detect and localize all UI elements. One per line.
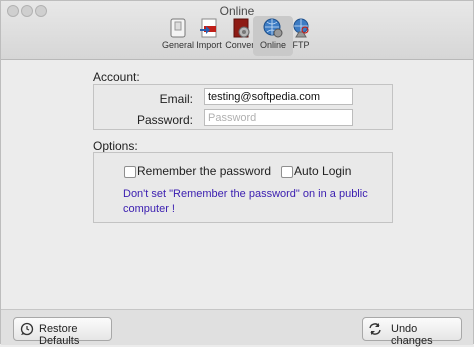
restore-defaults-label: Restore Defaults [39, 323, 80, 347]
options-group: Remember the password Auto Login Don't s… [93, 152, 393, 223]
account-group: Email: testing@softpedia.com Password: P… [93, 84, 393, 130]
switch-icon [170, 18, 186, 38]
convert-book-icon [233, 18, 250, 38]
restore-icon [20, 322, 34, 336]
auto-login-label: Auto Login [294, 164, 352, 178]
auto-login-checkbox[interactable] [281, 166, 293, 178]
footer-bar: Restore Defaults Undo changes [1, 309, 473, 347]
options-section-label: Options: [93, 139, 138, 153]
email-label: Email: [159, 92, 193, 106]
preferences-window: Online General Import Convert Online FTP… [0, 0, 474, 347]
pdf-import-icon [200, 18, 217, 38]
remember-password-label: Remember the password [137, 164, 272, 178]
toolbar: Online General Import Convert Online FTP [1, 1, 473, 60]
restore-defaults-button[interactable]: Restore Defaults [13, 317, 112, 347]
remember-password-checkbox[interactable] [124, 166, 136, 178]
tab-ftp-label: FTP [292, 40, 310, 50]
warning-line-1: Don't set "Remember the password" on in … [123, 188, 368, 200]
email-field[interactable]: testing@softpedia.com [204, 88, 353, 105]
refresh-icon [369, 323, 381, 335]
undo-changes-label: Undo changes [391, 323, 433, 347]
ftp-globe-icon [293, 18, 309, 38]
account-section-label: Account: [93, 70, 140, 84]
password-label: Password: [136, 113, 193, 127]
tab-ftp[interactable]: FTP [281, 16, 321, 56]
undo-changes-button[interactable]: Undo changes [362, 317, 462, 347]
public-computer-warning: Don't set "Remember the password" on in … [123, 187, 368, 217]
warning-line-2: computer ! [123, 203, 175, 215]
password-field[interactable]: Password [204, 109, 353, 126]
